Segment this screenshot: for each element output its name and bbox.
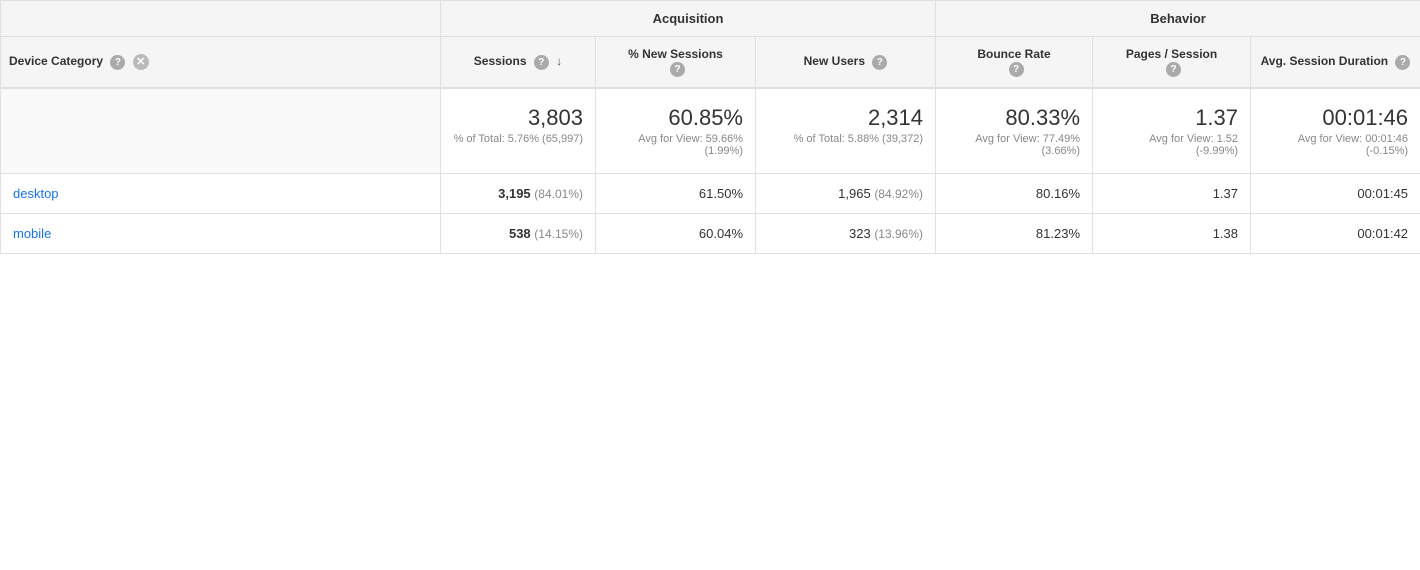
new-users-cell: 1,965 (84.92%) <box>756 174 936 214</box>
totals-bounce-rate-sub: Avg for View: 77.49% (3.66%) <box>948 133 1080 157</box>
group-header-acquisition: Acquisition <box>441 1 936 37</box>
sessions-value: 3,195 <box>498 186 531 201</box>
new-sessions-value: 61.50% <box>699 186 743 201</box>
sessions-label: Sessions <box>474 54 527 68</box>
sessions-pct: (84.01%) <box>534 187 583 201</box>
avg-session-cell: 00:01:42 <box>1251 214 1420 254</box>
new-sessions-value: 60.04% <box>699 226 743 241</box>
totals-avg-session-cell: 00:01:46 Avg for View: 00:01:46 (-0.15%) <box>1251 88 1420 174</box>
group-header-behavior: Behavior <box>936 1 1420 37</box>
bounce-rate-cell: 81.23% <box>936 214 1093 254</box>
sessions-sort-icon[interactable]: ↓ <box>556 54 562 68</box>
device-category-label: Device Category <box>9 54 103 68</box>
column-header-row: Device Category ? ✕ Sessions ? ↓ % New S… <box>1 37 1420 89</box>
sessions-pct: (14.15%) <box>534 227 583 241</box>
totals-pages-session-cell: 1.37 Avg for View: 1.52 (-9.99%) <box>1093 88 1251 174</box>
table-row: mobile 538 (14.15%) 60.04% 323 (13.96%) … <box>1 214 1420 254</box>
device-category-close-icon[interactable]: ✕ <box>133 54 149 70</box>
pages-session-value: 1.37 <box>1213 186 1238 201</box>
device-name-cell[interactable]: desktop <box>1 174 441 214</box>
avg-session-value: 00:01:42 <box>1357 226 1408 241</box>
device-name-cell[interactable]: mobile <box>1 214 441 254</box>
pages-session-label: Pages / Session <box>1126 47 1217 61</box>
avg-session-cell: 00:01:45 <box>1251 174 1420 214</box>
avg-session-label: Avg. Session Duration <box>1261 54 1389 68</box>
bounce-rate-label: Bounce Rate <box>977 47 1050 61</box>
totals-new-users-cell: 2,314 % of Total: 5.88% (39,372) <box>756 88 936 174</box>
totals-row: 3,803 % of Total: 5.76% (65,997) 60.85% … <box>1 88 1420 174</box>
new-users-pct: (13.96%) <box>874 227 923 241</box>
totals-new-sessions-value: 60.85% <box>608 105 743 131</box>
totals-avg-session-sub: Avg for View: 00:01:46 (-0.15%) <box>1263 133 1408 157</box>
totals-pages-session-value: 1.37 <box>1105 105 1238 131</box>
totals-pages-session-sub: Avg for View: 1.52 (-9.99%) <box>1105 133 1238 157</box>
sessions-cell: 538 (14.15%) <box>441 214 596 254</box>
totals-new-users-sub: % of Total: 5.88% (39,372) <box>768 133 923 145</box>
device-category-header: Device Category ? ✕ <box>1 37 441 89</box>
totals-empty-cell <box>1 88 441 174</box>
totals-sessions-sub: % of Total: 5.76% (65,997) <box>453 133 583 145</box>
sessions-cell: 3,195 (84.01%) <box>441 174 596 214</box>
pages-session-header: Pages / Session ? <box>1093 37 1251 89</box>
totals-new-sessions-cell: 60.85% Avg for View: 59.66% (1.99%) <box>596 88 756 174</box>
new-users-cell: 323 (13.96%) <box>756 214 936 254</box>
new-sessions-cell: 60.04% <box>596 214 756 254</box>
behavior-label: Behavior <box>1150 11 1206 26</box>
bounce-rate-value: 80.16% <box>1036 186 1080 201</box>
bounce-rate-header: Bounce Rate ? <box>936 37 1093 89</box>
new-users-label: New Users <box>804 54 865 68</box>
totals-sessions-cell: 3,803 % of Total: 5.76% (65,997) <box>441 88 596 174</box>
new-users-value: 1,965 <box>838 186 871 201</box>
pages-session-cell: 1.37 <box>1093 174 1251 214</box>
avg-session-help-icon[interactable]: ? <box>1395 55 1410 70</box>
sessions-help-icon[interactable]: ? <box>534 55 549 70</box>
totals-bounce-rate-cell: 80.33% Avg for View: 77.49% (3.66%) <box>936 88 1093 174</box>
new-users-help-icon[interactable]: ? <box>872 55 887 70</box>
totals-new-sessions-sub: Avg for View: 59.66% (1.99%) <box>608 133 743 157</box>
table-row: desktop 3,195 (84.01%) 61.50% 1,965 (84.… <box>1 174 1420 214</box>
totals-new-users-value: 2,314 <box>768 105 923 131</box>
new-users-value: 323 <box>849 226 871 241</box>
sessions-value: 538 <box>509 226 531 241</box>
bounce-rate-value: 81.23% <box>1036 226 1080 241</box>
totals-bounce-rate-value: 80.33% <box>948 105 1080 131</box>
totals-sessions-value: 3,803 <box>453 105 583 131</box>
new-users-header: New Users ? <box>756 37 936 89</box>
new-sessions-cell: 61.50% <box>596 174 756 214</box>
pages-session-value: 1.38 <box>1213 226 1238 241</box>
new-sessions-help-icon[interactable]: ? <box>670 62 685 77</box>
new-sessions-header: % New Sessions ? <box>596 37 756 89</box>
pages-session-help-icon[interactable]: ? <box>1166 62 1181 77</box>
bounce-rate-help-icon[interactable]: ? <box>1009 62 1024 77</box>
new-sessions-label: % New Sessions <box>628 47 723 61</box>
bounce-rate-cell: 80.16% <box>936 174 1093 214</box>
avg-session-header: Avg. Session Duration ? <box>1251 37 1420 89</box>
new-users-pct: (84.92%) <box>874 187 923 201</box>
group-header-row: Acquisition Behavior <box>1 1 1420 37</box>
pages-session-cell: 1.38 <box>1093 214 1251 254</box>
avg-session-value: 00:01:45 <box>1357 186 1408 201</box>
group-header-empty <box>1 1 441 37</box>
device-category-help-icon[interactable]: ? <box>110 55 125 70</box>
totals-avg-session-value: 00:01:46 <box>1263 105 1408 131</box>
acquisition-label: Acquisition <box>653 11 724 26</box>
sessions-header: Sessions ? ↓ <box>441 37 596 89</box>
